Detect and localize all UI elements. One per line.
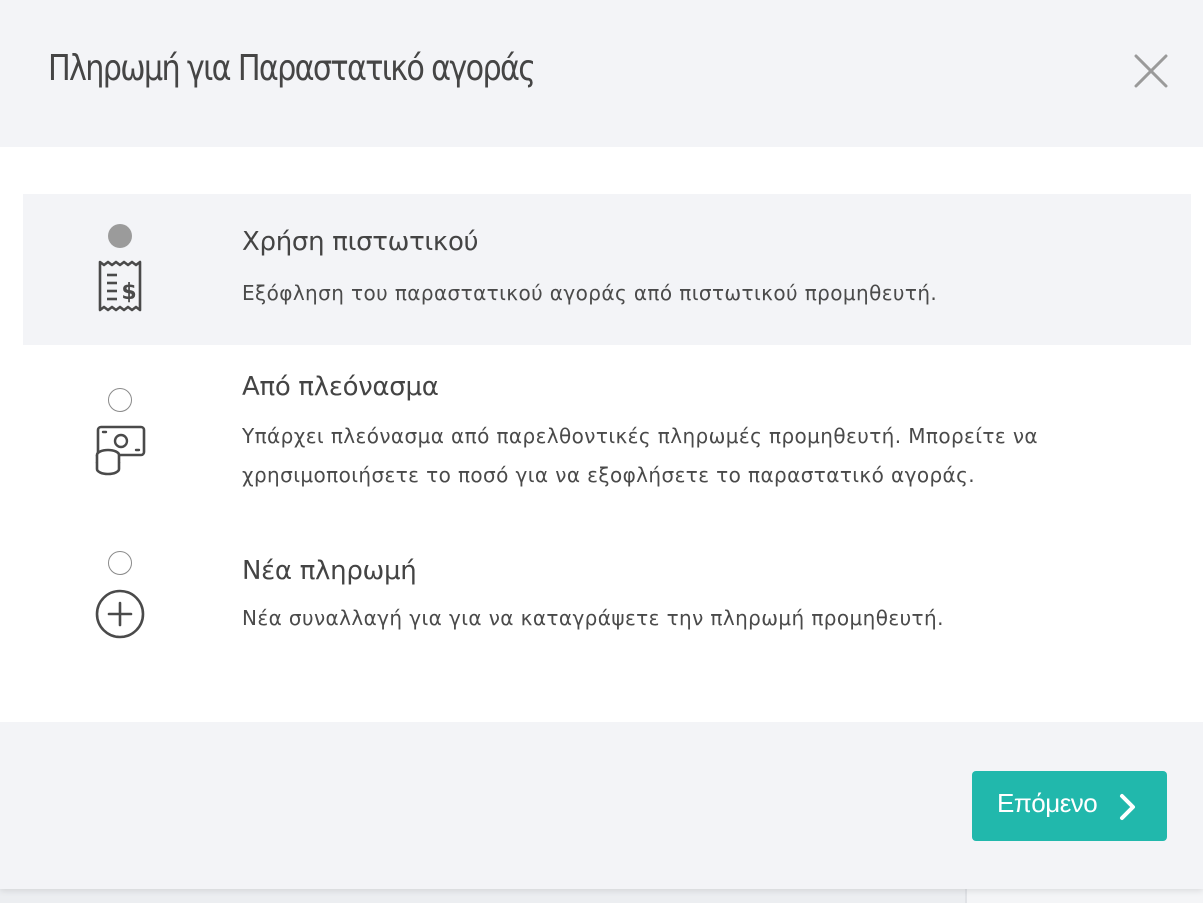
option-use-credit[interactable]: $ Χρήση πιστωτικού Εξόφληση του παραστατ… — [23, 194, 1191, 345]
dialog-title: Πληρωμή για Παραστατικό αγοράς — [48, 48, 536, 89]
payment-dialog: Πληρωμή για Παραστατικό αγοράς $ Χρήση π… — [0, 0, 1203, 889]
option-description: Υπάρχει πλεόνασμα από παρελθοντικές πληρ… — [242, 424, 1038, 487]
option-new-payment[interactable]: Νέα πληρωμή Νέα συναλλαγή για για να κατ… — [23, 515, 1191, 665]
svg-text:$: $ — [121, 280, 136, 305]
next-button[interactable]: Επόμενο — [972, 771, 1167, 841]
option-title: Χρήση πιστωτικού — [242, 227, 479, 257]
radio-from-surplus[interactable] — [108, 388, 132, 412]
option-title: Από πλεόνασμα — [242, 372, 439, 402]
plus-circle-icon — [95, 589, 145, 639]
option-title: Νέα πληρωμή — [242, 556, 417, 586]
cash-coins-icon — [95, 425, 146, 476]
chevron-right-icon — [1120, 794, 1135, 820]
radio-new-payment[interactable] — [108, 551, 132, 575]
next-button-label: Επόμενο — [997, 788, 1098, 818]
close-button[interactable] — [1130, 50, 1172, 92]
radio-use-credit[interactable] — [108, 224, 132, 248]
close-icon — [1134, 54, 1168, 88]
receipt-dollar-icon: $ — [98, 260, 142, 312]
dialog-header: Πληρωμή για Παραστατικό αγοράς — [0, 0, 1203, 147]
option-from-surplus[interactable]: Από πλεόνασμα Υπάρχει πλεόνασμα από παρε… — [23, 345, 1191, 515]
option-description: Νέα συναλλαγή για για να καταγράψετε την… — [242, 606, 944, 630]
option-description: Εξόφληση του παραστατικού αγοράς από πισ… — [242, 281, 938, 305]
